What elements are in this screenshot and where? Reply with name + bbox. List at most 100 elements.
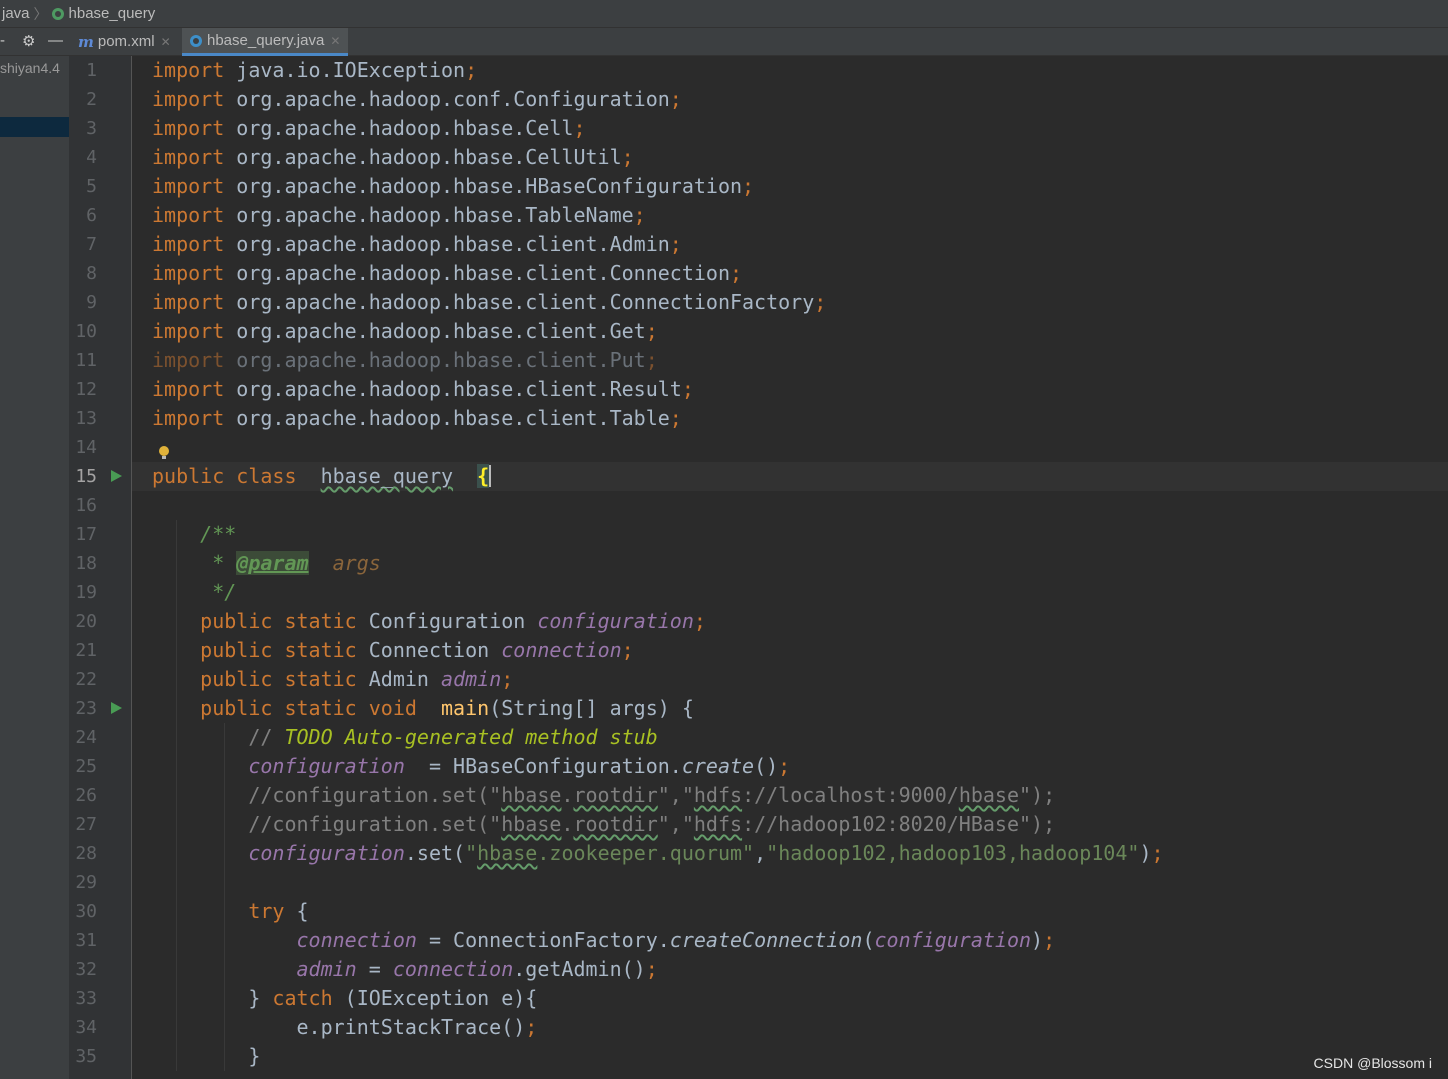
tab-pom-xml[interactable]: m pom.xml ✕ [78,28,171,55]
line-number[interactable]: 9 [69,288,97,317]
code-line[interactable]: public static Configuration configuratio… [132,607,1448,636]
code-line[interactable]: * @param args [132,549,1448,578]
code-line[interactable]: import org.apache.hadoop.conf.Configurat… [132,85,1448,114]
line-number[interactable]: 27 [69,810,97,839]
breadcrumb-file[interactable]: hbase_query [69,5,156,22]
code-token: ; [1151,841,1164,865]
line-number[interactable]: 7 [69,230,97,259]
line-number[interactable]: 24 [69,723,97,752]
line-number[interactable]: 31 [69,926,97,955]
gear-icon[interactable]: ⚙ [22,32,35,50]
code-line[interactable]: import org.apache.hadoop.hbase.HBaseConf… [132,172,1448,201]
code-line[interactable]: /** [132,520,1448,549]
code-line[interactable]: import org.apache.hadoop.hbase.CellUtil; [132,143,1448,172]
line-number[interactable]: 5 [69,172,97,201]
selected-tree-row[interactable] [0,117,69,137]
line-number[interactable]: 20 [69,607,97,636]
code-line[interactable]: import org.apache.hadoop.hbase.client.Re… [132,375,1448,404]
line-number[interactable]: 6 [69,201,97,230]
line-number[interactable]: 2 [69,85,97,114]
code-token: public static void [200,696,417,720]
code-line[interactable]: } catch (IOException e){ [132,984,1448,1013]
code-line[interactable] [132,491,1448,520]
run-icon[interactable] [111,470,122,482]
line-number[interactable]: 30 [69,897,97,926]
line-number[interactable]: 35 [69,1042,97,1071]
line-number[interactable]: 16 [69,491,97,520]
line-number[interactable]: 14 [69,433,97,462]
line-number[interactable]: 29 [69,868,97,897]
code-line-text: import org.apache.hadoop.hbase.client.Re… [152,375,694,404]
code-line[interactable]: try { [132,897,1448,926]
text-cursor [489,465,492,487]
arrow-left-icon[interactable]: - [0,32,5,49]
line-number[interactable]: 25 [69,752,97,781]
line-number[interactable]: 32 [69,955,97,984]
close-icon[interactable]: ✕ [330,34,340,48]
line-number[interactable]: 19 [69,578,97,607]
code-line[interactable]: configuration = HBaseConfiguration.creat… [132,752,1448,781]
code-line-text: import org.apache.hadoop.hbase.Cell; [152,114,586,143]
code-line[interactable]: import org.apache.hadoop.hbase.client.Ad… [132,230,1448,259]
line-number[interactable]: 12 [69,375,97,404]
line-number[interactable]: 26 [69,781,97,810]
code-line[interactable]: //configuration.set("hbase.rootdir","hdf… [132,810,1448,839]
code-line[interactable]: public static void main(String[] args) { [132,694,1448,723]
code-line[interactable] [132,868,1448,897]
line-number[interactable]: 18 [69,549,97,578]
code-line[interactable]: import org.apache.hadoop.hbase.TableName… [132,201,1448,230]
code-line[interactable]: import org.apache.hadoop.hbase.client.Co… [132,259,1448,288]
line-number[interactable]: 15 [69,462,97,491]
lightbulb-icon[interactable] [159,446,169,459]
code-token: configuration [874,928,1032,952]
code-line[interactable]: */ [132,578,1448,607]
line-number[interactable]: 23 [69,694,97,723]
line-number[interactable]: 1 [69,56,97,85]
code-token: //configuration.set(" [152,783,502,807]
code-token: "," [657,783,694,807]
minimize-icon[interactable]: — [48,32,63,49]
project-tree-item[interactable]: shiyan4.4 [0,60,60,76]
code-token: .getAdmin() [513,957,646,981]
code-line[interactable]: public class hbase_query { [132,462,1448,491]
code-line[interactable]: import org.apache.hadoop.hbase.client.Ge… [132,317,1448,346]
line-number[interactable]: 11 [69,346,97,375]
code-line-text: e.printStackTrace(); [152,1013,537,1042]
code-line[interactable]: e.printStackTrace(); [132,1013,1448,1042]
code-line[interactable]: import org.apache.hadoop.hbase.Cell; [132,114,1448,143]
line-number[interactable]: 4 [69,143,97,172]
code-line-text: public class hbase_query { [152,462,492,491]
code-editor[interactable]: import java.io.IOException; import org.ap… [132,56,1448,1079]
code-token: java.io.IOException [236,58,466,82]
code-line[interactable]: //configuration.set("hbase.rootdir","hdf… [132,781,1448,810]
code-line[interactable]: } [132,1042,1448,1071]
run-icon[interactable] [111,702,122,714]
code-line-text: import org.apache.hadoop.hbase.client.Pu… [152,346,658,375]
code-line[interactable]: public static Connection connection; [132,636,1448,665]
code-line[interactable]: configuration.set("hbase.zookeeper.quoru… [132,839,1448,868]
code-line-text: admin = connection.getAdmin(); [152,955,658,984]
line-number[interactable]: 28 [69,839,97,868]
code-line[interactable]: connection = ConnectionFactory.createCon… [132,926,1448,955]
line-number[interactable]: 34 [69,1013,97,1042]
code-line[interactable]: import org.apache.hadoop.hbase.client.Pu… [132,346,1448,375]
code-line[interactable]: import org.apache.hadoop.hbase.client.Co… [132,288,1448,317]
code-line[interactable]: // TODO Auto-generated method stub [132,723,1448,752]
line-number[interactable]: 33 [69,984,97,1013]
code-line[interactable]: admin = connection.getAdmin(); [132,955,1448,984]
code-token: import [152,116,225,140]
line-number[interactable]: 13 [69,404,97,433]
line-number[interactable]: 17 [69,520,97,549]
line-number[interactable]: 8 [69,259,97,288]
close-icon[interactable]: ✕ [161,35,171,49]
line-number[interactable]: 21 [69,636,97,665]
line-number[interactable]: 22 [69,665,97,694]
line-number[interactable]: 3 [69,114,97,143]
line-number[interactable]: 10 [69,317,97,346]
breadcrumb-folder[interactable]: java [2,5,30,22]
tab-hbase-query-java[interactable]: hbase_query.java ✕ [182,28,349,56]
code-line[interactable]: public static Admin admin; [132,665,1448,694]
code-line[interactable] [132,433,1448,462]
code-line[interactable]: import org.apache.hadoop.hbase.client.Ta… [132,404,1448,433]
code-line[interactable]: import java.io.IOException; [132,56,1448,85]
